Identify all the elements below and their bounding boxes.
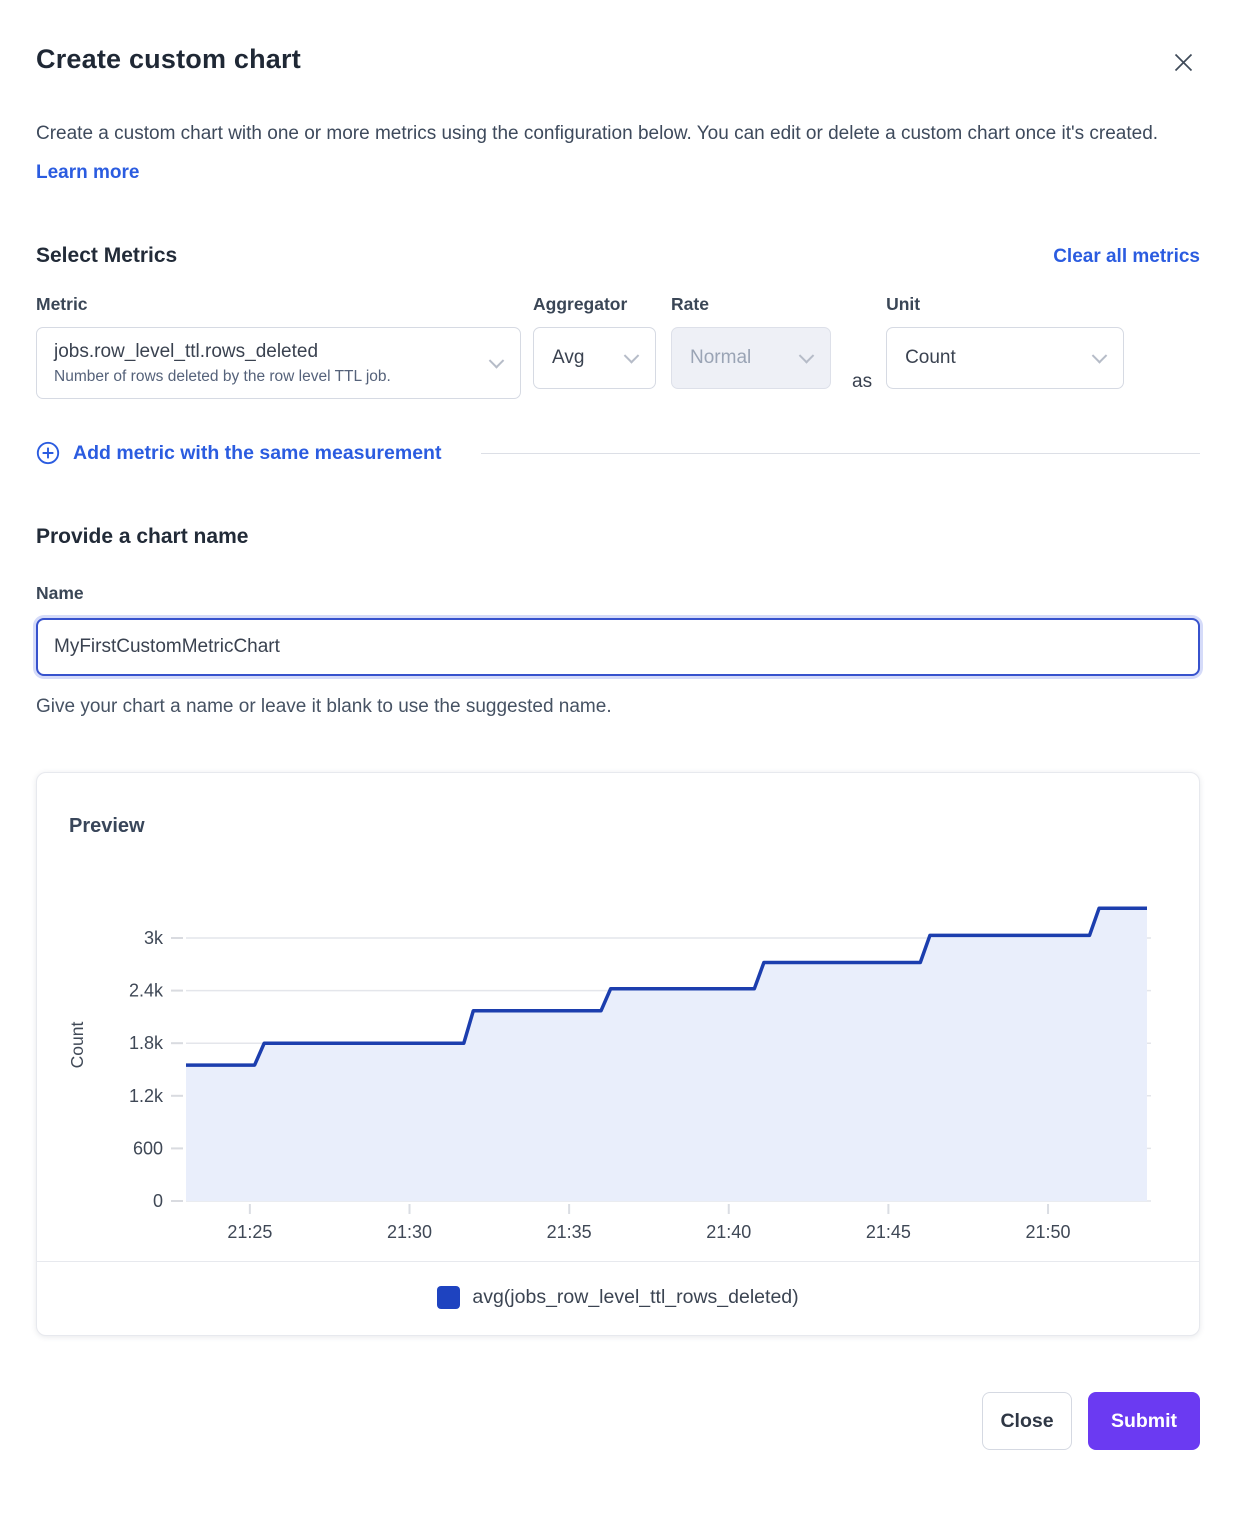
- aggregator-select[interactable]: Avg: [533, 327, 656, 389]
- clear-all-metrics-link[interactable]: Clear all metrics: [1053, 246, 1200, 268]
- name-label: Name: [36, 583, 1200, 604]
- svg-text:21:35: 21:35: [547, 1222, 592, 1242]
- metric-select[interactable]: jobs.row_level_ttl.rows_deleted Number o…: [36, 327, 521, 399]
- modal-footer: Close Submit: [36, 1392, 1200, 1490]
- chevron-down-icon: [1092, 348, 1108, 364]
- create-custom-chart-modal: Create custom chart Create a custom char…: [0, 0, 1236, 1490]
- metric-field: Metric jobs.row_level_ttl.rows_deleted N…: [36, 294, 521, 399]
- add-metric-button[interactable]: Add metric with the same measurement: [36, 441, 441, 465]
- close-button[interactable]: Close: [982, 1392, 1072, 1450]
- chart-name-input[interactable]: [36, 618, 1200, 676]
- unit-label: Unit: [886, 294, 1124, 315]
- rate-label: Rate: [671, 294, 831, 315]
- rate-select-value: Normal: [690, 347, 751, 369]
- svg-text:21:30: 21:30: [387, 1222, 432, 1242]
- unit-field: Unit Count: [886, 294, 1124, 389]
- svg-text:1.2k: 1.2k: [129, 1086, 164, 1106]
- aggregator-select-value: Avg: [552, 347, 584, 369]
- preview-chart: 0 600 1.2k 1.8k 2.4k 3k 21:25 21:30 21:35 21:40 21…: [37, 840, 1199, 1257]
- preview-chart-svg: 0 600 1.2k 1.8k 2.4k 3k 21:25 21:30 21:35 21:40 21…: [37, 840, 1199, 1252]
- preview-card: Preview 0 600 1.2k 1.8k 2.4k 3k 21:25 21:30 21:3…: [36, 772, 1200, 1336]
- submit-button[interactable]: Submit: [1088, 1392, 1200, 1450]
- close-icon[interactable]: [1167, 46, 1200, 82]
- chevron-down-icon: [624, 348, 640, 364]
- svg-text:Count: Count: [67, 1022, 87, 1069]
- divider: [481, 453, 1200, 454]
- add-metric-row: Add metric with the same measurement: [36, 441, 1200, 465]
- aggregator-field: Aggregator Avg: [533, 294, 656, 389]
- svg-text:21:25: 21:25: [227, 1222, 272, 1242]
- legend-swatch: [437, 1286, 460, 1309]
- legend-label: avg(jobs_row_level_ttl_rows_deleted): [472, 1286, 798, 1309]
- preview-heading: Preview: [37, 815, 1199, 838]
- learn-more-link[interactable]: Learn more: [36, 162, 139, 183]
- metric-select-value: jobs.row_level_ttl.rows_deleted: [54, 341, 318, 363]
- plus-circle-icon: [36, 441, 60, 465]
- svg-text:1.8k: 1.8k: [129, 1033, 164, 1053]
- chevron-down-icon: [799, 348, 815, 364]
- page-title: Create custom chart: [36, 44, 301, 75]
- chart-name-heading: Provide a chart name: [36, 525, 1200, 549]
- modal-description: Create a custom chart with one or more m…: [36, 114, 1186, 192]
- name-helper-text: Give your chart a name or leave it blank…: [36, 696, 1200, 718]
- rate-select: Normal: [671, 327, 831, 389]
- svg-text:21:40: 21:40: [706, 1222, 751, 1242]
- rate-field: Rate Normal: [671, 294, 831, 389]
- svg-text:2.4k: 2.4k: [129, 981, 164, 1001]
- svg-text:600: 600: [133, 1138, 163, 1158]
- unit-select-value: Count: [905, 347, 956, 369]
- chart-legend: avg(jobs_row_level_ttl_rows_deleted): [37, 1262, 1199, 1335]
- unit-select[interactable]: Count: [886, 327, 1124, 389]
- aggregator-label: Aggregator: [533, 294, 656, 315]
- modal-header: Create custom chart: [36, 0, 1200, 82]
- svg-text:21:45: 21:45: [866, 1222, 911, 1242]
- metric-label: Metric: [36, 294, 521, 315]
- select-metrics-heading: Select Metrics: [36, 244, 177, 268]
- description-text: Create a custom chart with one or more m…: [36, 123, 1158, 144]
- close-x-glyph: [1173, 52, 1194, 73]
- as-label: as: [852, 371, 872, 393]
- svg-text:0: 0: [153, 1191, 163, 1211]
- svg-text:21:50: 21:50: [1026, 1222, 1071, 1242]
- svg-text:3k: 3k: [144, 928, 164, 948]
- metric-config-row: Metric jobs.row_level_ttl.rows_deleted N…: [36, 294, 1200, 399]
- metric-select-description: Number of rows deleted by the row level …: [54, 368, 391, 386]
- chevron-down-icon: [489, 353, 505, 369]
- select-metrics-header-row: Select Metrics Clear all metrics: [36, 244, 1200, 268]
- add-metric-label: Add metric with the same measurement: [73, 442, 441, 465]
